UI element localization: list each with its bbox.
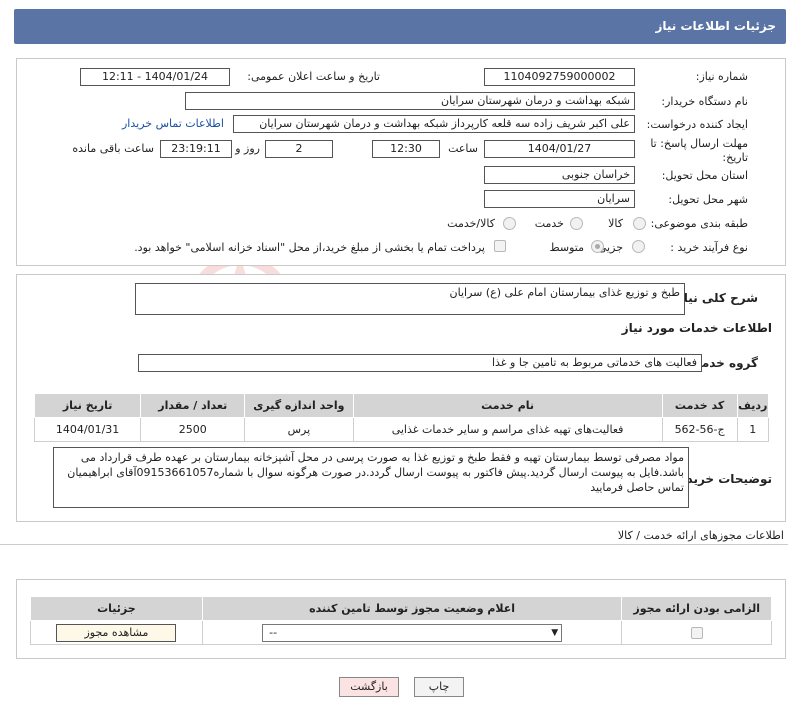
deadline-label: مهلت ارسال پاسخ: تا تاریخ: xyxy=(650,137,748,164)
page-title: جزئیات اطلاعات نیاز xyxy=(655,19,776,33)
process-radio-minor[interactable] xyxy=(632,240,645,253)
remaining-time-label: ساعت باقی مانده xyxy=(72,142,154,155)
services-section-title: اطلاعات خدمات مورد نیاز xyxy=(621,321,772,335)
col-header-row: ردیف xyxy=(736,393,770,418)
deadline-time-label: ساعت xyxy=(448,142,478,155)
deadline-date-field: 1404/01/27 xyxy=(484,140,635,158)
service-name: فعالیت‌های تهیه غذای مراسم و سایر خدمات … xyxy=(352,417,663,442)
permit-required-checkbox xyxy=(690,627,703,639)
city-field: سرایان xyxy=(484,190,635,208)
col-header-need-date: تاریخ نیاز xyxy=(33,393,142,418)
announce-datetime-label: تاریخ و ساعت اعلان عمومی: xyxy=(247,70,380,83)
col-header-permit-details: جزئیات xyxy=(30,596,203,621)
treasury-checkbox[interactable] xyxy=(494,240,506,252)
permit-details-cell: مشاهده مجوز xyxy=(30,620,203,645)
province-field: خراسان جنوبی xyxy=(484,166,635,184)
service-quantity: 2500 xyxy=(140,417,246,442)
row-index: 1 xyxy=(736,417,770,442)
creator-label: ایجاد کننده درخواست: xyxy=(646,118,748,131)
print-button[interactable]: چاپ xyxy=(414,677,464,697)
view-permit-button[interactable]: مشاهده مجوز xyxy=(56,623,177,642)
process-option-medium: متوسط xyxy=(549,241,584,254)
buyer-contact-link[interactable]: اطلاعات تماس خریدار xyxy=(122,117,224,130)
back-button[interactable]: بازگشت xyxy=(339,677,399,697)
category-option-service: خدمت xyxy=(534,217,564,230)
service-unit: پرس xyxy=(244,417,354,442)
process-label: نوع فرآیند خرید : xyxy=(670,241,748,254)
creator-field: علی اکبر شریف زاده سه قلعه کارپرداز شبکه… xyxy=(233,115,635,133)
permits-divider xyxy=(0,544,788,545)
category-option-goods: کالا xyxy=(608,217,623,230)
province-label: استان محل تحویل: xyxy=(661,169,748,182)
service-code: ج-56-562 xyxy=(661,417,738,442)
deadline-time-field: 12:30 xyxy=(372,140,440,158)
col-header-permit-status: اعلام وضعیت مجوز توسط تامین کننده xyxy=(201,596,623,621)
service-need-date: 1404/01/31 xyxy=(33,417,142,442)
permits-table: الزامی بودن ارائه مجوز اعلام وضعیت مجوز … xyxy=(30,596,772,645)
remaining-time-field: 23:19:11 xyxy=(160,140,232,158)
col-header-quantity: تعداد / مقدار xyxy=(140,393,246,418)
col-header-permit-required: الزامی بودن ارائه مجوز xyxy=(621,596,772,621)
chevron-down-icon: ▼ xyxy=(551,627,559,638)
page-title-bar: جزئیات اطلاعات نیاز xyxy=(14,9,786,44)
category-label: طبقه بندی موضوعی: xyxy=(650,217,748,230)
announce-datetime-field: 1404/01/24 - 12:11 xyxy=(80,68,230,86)
remaining-days-field: 2 xyxy=(265,140,333,158)
need-number-label: شماره نیاز: xyxy=(695,70,748,83)
service-group-field: فعالیت های خدماتی مربوط به تامین جا و غذ… xyxy=(138,354,702,372)
services-table: ردیف کد خدمت نام خدمت واحد اندازه گیری ت… xyxy=(33,393,770,442)
buyer-org-label: نام دستگاه خریدار: xyxy=(661,95,748,108)
permit-status-select[interactable]: -- ▼ xyxy=(262,623,563,642)
permits-section-title: اطلاعات مجوزهای ارائه خدمت / کالا xyxy=(617,529,784,542)
col-header-service-name: نام خدمت xyxy=(352,393,663,418)
buyer-notes-field: مواد مصرفی توسط بیمارستان تهیه و فقط طبخ… xyxy=(53,447,689,508)
buyer-org-field: شبکه بهداشت و درمان شهرستان سرایان xyxy=(185,92,635,110)
treasury-note: پرداخت تمام یا بخشی از مبلغ خرید،از محل … xyxy=(134,241,485,254)
city-label: شهر محل تحویل: xyxy=(668,193,748,206)
category-radio-goods-service[interactable] xyxy=(503,217,516,230)
process-radio-medium[interactable] xyxy=(591,240,604,253)
col-header-unit: واحد اندازه گیری xyxy=(244,393,354,418)
summary-field: طبخ و توزیع غذای بیمارستان امام علی (ع) … xyxy=(135,283,685,315)
category-radio-service[interactable] xyxy=(570,217,583,230)
permit-required-cell xyxy=(621,620,772,645)
table-row: -- ▼ مشاهده مجوز xyxy=(30,620,772,645)
need-number-field: 1104092759000002 xyxy=(484,68,635,86)
permit-status-value: -- xyxy=(269,625,278,639)
category-radio-goods[interactable] xyxy=(633,217,646,230)
remaining-days-label: روز و xyxy=(235,142,260,155)
col-header-code: کد خدمت xyxy=(661,393,738,418)
table-row: 1 ج-56-562 فعالیت‌های تهیه غذای مراسم و … xyxy=(33,417,770,442)
category-option-goods-service: کالا/خدمت xyxy=(447,217,495,230)
permit-status-cell: -- ▼ xyxy=(201,620,623,645)
